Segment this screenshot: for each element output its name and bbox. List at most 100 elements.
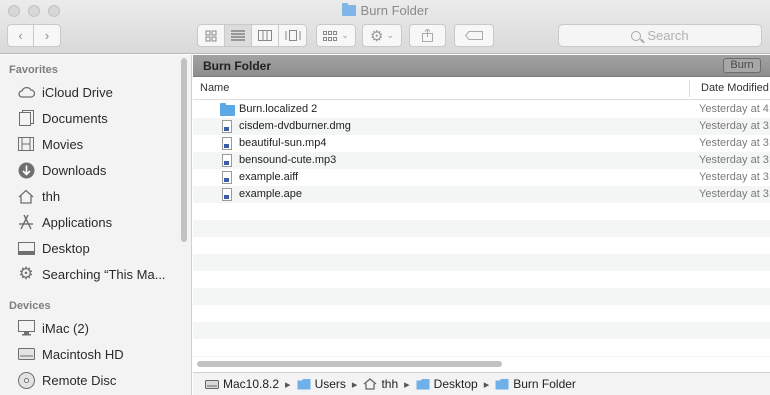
file-date: Yesterday at 3: (699, 120, 770, 132)
disc-icon (17, 371, 35, 389)
file-icon (220, 120, 233, 133)
file-name: beautiful-sun.mp4 (239, 137, 327, 149)
sidebar-item-label: Movies (42, 136, 84, 152)
home-icon (17, 187, 35, 205)
empty-row (193, 288, 770, 305)
chevron-right-icon: › (44, 28, 50, 43)
empty-row (193, 305, 770, 322)
column-divider[interactable] (689, 80, 690, 97)
file-icon (220, 188, 233, 201)
film-icon (17, 135, 35, 153)
sidebar-item-desktop[interactable]: Desktop (0, 236, 180, 260)
sidebar-item-applications[interactable]: Applications (0, 210, 180, 234)
sidebar-item-imac[interactable]: iMac (2) (0, 316, 180, 340)
arrange-icon (323, 30, 338, 41)
file-row[interactable]: example.aiff Yesterday at 3: (193, 169, 770, 186)
sidebar-item-documents[interactable]: Documents (0, 106, 180, 130)
cover-flow-button[interactable] (279, 25, 306, 46)
tag-button[interactable] (454, 24, 494, 47)
empty-row (193, 356, 770, 357)
empty-row (193, 237, 770, 254)
harddrive-icon (205, 380, 219, 389)
file-name: cisdem-dvdburner.dmg (239, 120, 351, 132)
path-crumb-label: Burn Folder (513, 377, 576, 391)
window-toolbar: Burn Folder ‹ › ⌄ ⚙ ⌄ Search (0, 0, 770, 54)
file-row[interactable]: beautiful-sun.mp4 Yesterday at 3: (193, 135, 770, 152)
download-icon (17, 161, 35, 179)
path-crumb-thh[interactable]: thh (363, 377, 398, 391)
sidebar: Favorites iCloud Drive Documents Movies … (0, 55, 192, 395)
favorites-header: Favorites (9, 64, 58, 76)
chevron-down-icon: ⌄ (386, 30, 394, 40)
sidebar-item-label: Downloads (42, 162, 107, 178)
file-row[interactable]: example.ape Yesterday at 3: (193, 186, 770, 203)
sidebar-item-downloads[interactable]: Downloads (0, 158, 180, 182)
folder-icon (495, 379, 509, 390)
sidebar-item-label: Remote Disc (42, 372, 117, 388)
path-crumb-users[interactable]: Users (297, 377, 346, 391)
file-date: Yesterday at 4: (699, 103, 770, 115)
sidebar-item-searching-this-mac[interactable]: ⚙ Searching “This Ma... (0, 262, 180, 286)
sidebar-item-macintosh-hd[interactable]: Macintosh HD (0, 342, 180, 366)
sidebar-item-label: Applications (42, 214, 113, 230)
sidebar-item-label: iCloud Drive (42, 84, 113, 100)
path-crumb-label: Users (314, 377, 346, 391)
sidebar-item-label: thh (42, 188, 61, 204)
path-crumb-burn-folder[interactable]: Burn Folder (495, 377, 576, 391)
list-view-icon (231, 30, 245, 41)
empty-row (193, 322, 770, 339)
chevron-down-icon: ⌄ (341, 30, 349, 40)
window-title: Burn Folder (360, 3, 429, 18)
action-button[interactable]: ⚙ ⌄ (362, 24, 402, 47)
file-row[interactable]: Burn.localized 2 Yesterday at 4: (193, 101, 770, 118)
tag-icon (465, 31, 483, 40)
empty-row (193, 203, 770, 220)
sidebar-item-thh[interactable]: thh (0, 184, 180, 208)
file-row[interactable]: cisdem-dvdburner.dmg Yesterday at 3: (193, 118, 770, 135)
share-icon (422, 29, 433, 42)
burn-button[interactable]: Burn (723, 58, 761, 73)
devices-header: Devices (9, 300, 51, 312)
forward-button[interactable]: › (34, 25, 60, 46)
file-name: example.ape (239, 188, 302, 200)
burn-folder-title: Burn Folder (203, 59, 271, 73)
nav-buttons: ‹ › (7, 24, 61, 47)
sidebar-item-remote-disc[interactable]: Remote Disc (0, 368, 180, 392)
column-name-header[interactable]: Name (200, 82, 229, 94)
file-date: Yesterday at 3: (699, 137, 770, 149)
chevron-left-icon: ‹ (18, 28, 23, 43)
horizontal-scrollbar[interactable] (197, 361, 502, 367)
column-date-header[interactable]: Date Modified (701, 82, 769, 94)
empty-row (193, 339, 770, 356)
folder-icon (297, 379, 311, 390)
sidebar-item-icloud-drive[interactable]: iCloud Drive (0, 80, 180, 104)
search-field[interactable]: Search (558, 24, 762, 47)
column-view-button[interactable] (252, 25, 279, 46)
desktop-icon (17, 239, 35, 257)
share-button[interactable] (409, 24, 446, 47)
empty-row (193, 271, 770, 288)
back-button[interactable]: ‹ (8, 25, 35, 46)
sidebar-item-movies[interactable]: Movies (0, 132, 180, 156)
sidebar-item-label: iMac (2) (42, 320, 89, 336)
file-date: Yesterday at 3: (699, 171, 770, 183)
file-row[interactable]: bensound-cute.mp3 Yesterday at 3: (193, 152, 770, 169)
file-name: Burn.localized 2 (239, 103, 318, 115)
path-crumb-label: Mac10.8.2 (223, 377, 280, 391)
icon-view-button[interactable] (198, 25, 225, 46)
path-crumb-desktop[interactable]: Desktop (416, 377, 478, 391)
file-list: Burn.localized 2 Yesterday at 4: cisdem-… (193, 101, 770, 357)
chevron-right-icon: ▸ (351, 378, 358, 391)
arrange-button[interactable]: ⌄ (316, 24, 356, 47)
path-crumb-mac[interactable]: Mac10.8.2 (205, 377, 279, 391)
file-name: bensound-cute.mp3 (239, 154, 337, 166)
folder-icon (341, 3, 356, 16)
search-placeholder: Search (647, 28, 689, 43)
sidebar-scrollbar[interactable] (181, 58, 187, 242)
harddrive-icon (17, 345, 35, 363)
list-view-button[interactable] (225, 25, 252, 46)
path-crumb-label: Desktop (433, 377, 478, 391)
folder-icon (220, 103, 235, 116)
icon-view-icon (205, 30, 217, 41)
window-title-wrap: Burn Folder (0, 3, 770, 18)
